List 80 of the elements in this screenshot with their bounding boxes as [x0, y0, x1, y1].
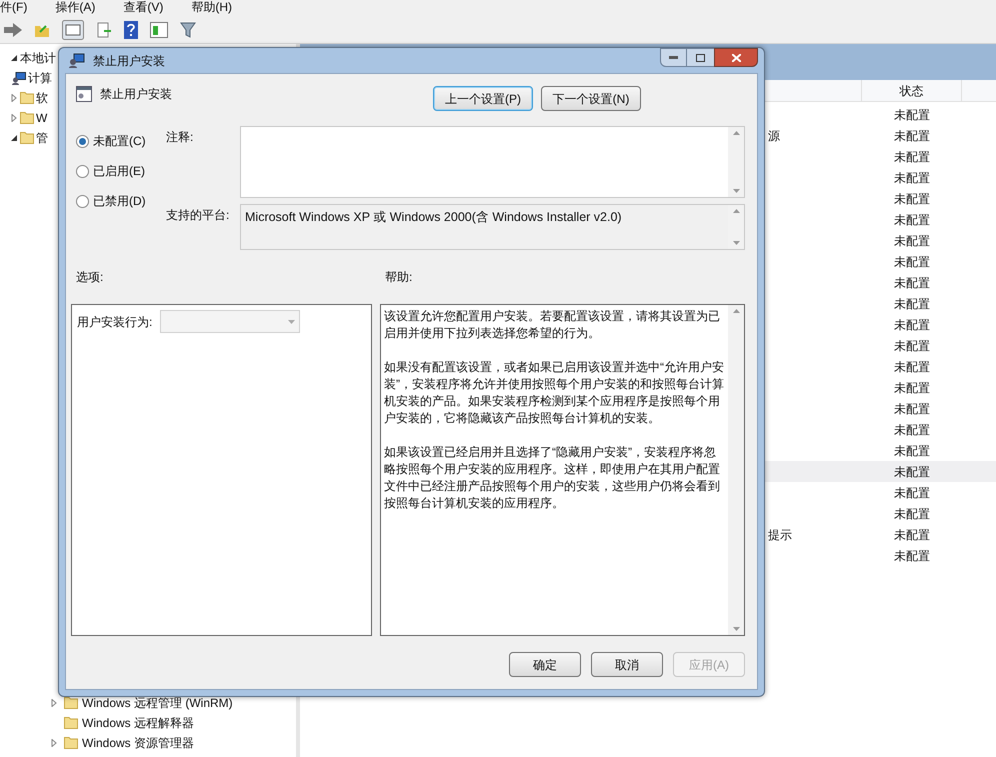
- collapse-arrow-icon[interactable]: [10, 134, 18, 142]
- expand-arrow-icon[interactable]: [10, 114, 18, 122]
- folder-icon: [20, 92, 34, 104]
- help-label: 帮助:: [385, 269, 412, 286]
- tree-item[interactable]: 软: [36, 89, 48, 107]
- status-cell-text: 未配置: [893, 232, 931, 250]
- window-title: 禁止用户安装: [93, 52, 165, 70]
- comment-label: 注释:: [166, 129, 194, 146]
- folder-icon: [20, 132, 34, 144]
- folder-icon: [64, 717, 78, 729]
- radio-option[interactable]: 已启用(E): [76, 162, 166, 180]
- scroll-down-icon[interactable]: [732, 241, 740, 245]
- menu-item[interactable]: 帮助(H): [191, 0, 232, 16]
- help-paragraph: 如果该设置已经启用并且选择了“隐藏用户安装”，安装程序将忽略按照每个用户安装的应用程序。这样，即使用户在其用户配置文件中已经注册产品按照每个用户的安装，这些用户仍将会看到按照每台计算机安装的应用程序。: [384, 444, 721, 512]
- policy-setting-icon: [76, 86, 92, 102]
- column-header[interactable]: 状态: [862, 80, 962, 101]
- tree-item[interactable]: Windows 远程管理 (WinRM): [82, 694, 233, 712]
- maximize-button[interactable]: [687, 48, 714, 67]
- computer-icon: [12, 72, 26, 84]
- policy-name: 源: [768, 128, 780, 142]
- radio-option[interactable]: 已禁用(D): [76, 192, 166, 210]
- scroll-down-icon[interactable]: [732, 627, 740, 631]
- status-cell-text: 未配置: [893, 190, 931, 208]
- expand-arrow-icon[interactable]: [50, 739, 58, 747]
- help-paragraph: 如果没有配置该设置，或者如果已启用该设置并选中“允许用户安装”，安装程序将允许并使用按照每个用户安装的和按照每台计算机安装的产品。如果安装程序检测到某个应用程序是按照每个用户安装的，它将隐藏该产品按照每台计算机的安装。: [384, 359, 724, 427]
- action-pane-icon[interactable]: [150, 22, 168, 38]
- folder-icon: [20, 112, 34, 124]
- status-cell-text: 未配置: [893, 296, 931, 312]
- status-cell-text: 未配置: [893, 254, 931, 270]
- collapse-arrow-icon[interactable]: [10, 54, 18, 62]
- expand-arrow-icon[interactable]: [50, 699, 58, 707]
- close-icon: [732, 54, 740, 62]
- help-paragraph: 该设置允许您配置用户安装。若要配置该设置，请将其设置为已启用并使用下拉列表选择您希望的行为。: [384, 308, 721, 342]
- status-cell-text: 未配置: [893, 128, 931, 144]
- tree-item[interactable]: 管: [36, 129, 48, 147]
- menu-item[interactable]: 操作(A): [55, 0, 96, 16]
- console-tree-icon[interactable]: [62, 20, 84, 40]
- scrollbar[interactable]: [728, 127, 744, 197]
- menu-item[interactable]: 查看(V): [123, 0, 164, 16]
- dialog-button[interactable]: 确定: [509, 652, 581, 677]
- tree-item[interactable]: Windows 资源管理器: [82, 734, 194, 752]
- comment-field[interactable]: [240, 126, 745, 198]
- expand-arrow-icon[interactable]: [10, 94, 18, 102]
- scroll-up-icon[interactable]: [732, 209, 740, 213]
- status-cell-text: 未配置: [893, 170, 931, 186]
- scroll-down-icon[interactable]: [732, 189, 740, 193]
- scrollbar[interactable]: [728, 305, 744, 635]
- minimize-button[interactable]: [660, 48, 687, 67]
- dropdown-arrow-icon: [288, 320, 296, 324]
- status-cell-text: 未配置: [893, 148, 931, 166]
- menu-item[interactable]: 件(F): [0, 0, 28, 16]
- tree-item[interactable]: 本地计: [20, 49, 56, 67]
- option-label: 用户安装行为:: [77, 314, 152, 331]
- status-cell-text: 未配置: [893, 464, 931, 480]
- scroll-up-icon[interactable]: [732, 131, 740, 135]
- user-computer-icon: [69, 53, 85, 68]
- policy-name: 提示: [768, 528, 792, 542]
- forward-arrow-icon[interactable]: [4, 22, 22, 36]
- tree-item[interactable]: W: [36, 109, 48, 127]
- nav-button[interactable]: 下一个设置(N): [541, 86, 641, 111]
- help-icon[interactable]: [124, 20, 138, 38]
- radio-option[interactable]: 未配置(C): [76, 132, 166, 150]
- status-cell-text: 未配置: [893, 526, 931, 544]
- filter-icon[interactable]: [180, 22, 196, 38]
- tree-item[interactable]: 计算: [28, 69, 52, 87]
- options-label: 选项:: [76, 269, 104, 286]
- platform-label: 支持的平台:: [166, 207, 230, 224]
- scroll-up-icon[interactable]: [732, 309, 740, 313]
- setting-heading: 禁止用户安装: [100, 86, 172, 103]
- maximize-icon: [696, 54, 705, 62]
- dialog-button[interactable]: 取消: [591, 652, 663, 677]
- status-cell-text: 未配置: [893, 548, 931, 564]
- export-list-icon[interactable]: [96, 22, 112, 38]
- folder-icon: [64, 737, 78, 749]
- nav-button[interactable]: 上一个设置(P): [433, 86, 533, 111]
- tree-item[interactable]: Windows 远程解释器: [82, 714, 194, 732]
- status-cell-text: 未配置: [893, 106, 931, 124]
- close-button[interactable]: [714, 48, 758, 67]
- minimize-icon: [669, 56, 678, 59]
- platform-text: Microsoft Windows XP 或 Windows 2000(含 Windows Installer v2.0): [244, 209, 623, 226]
